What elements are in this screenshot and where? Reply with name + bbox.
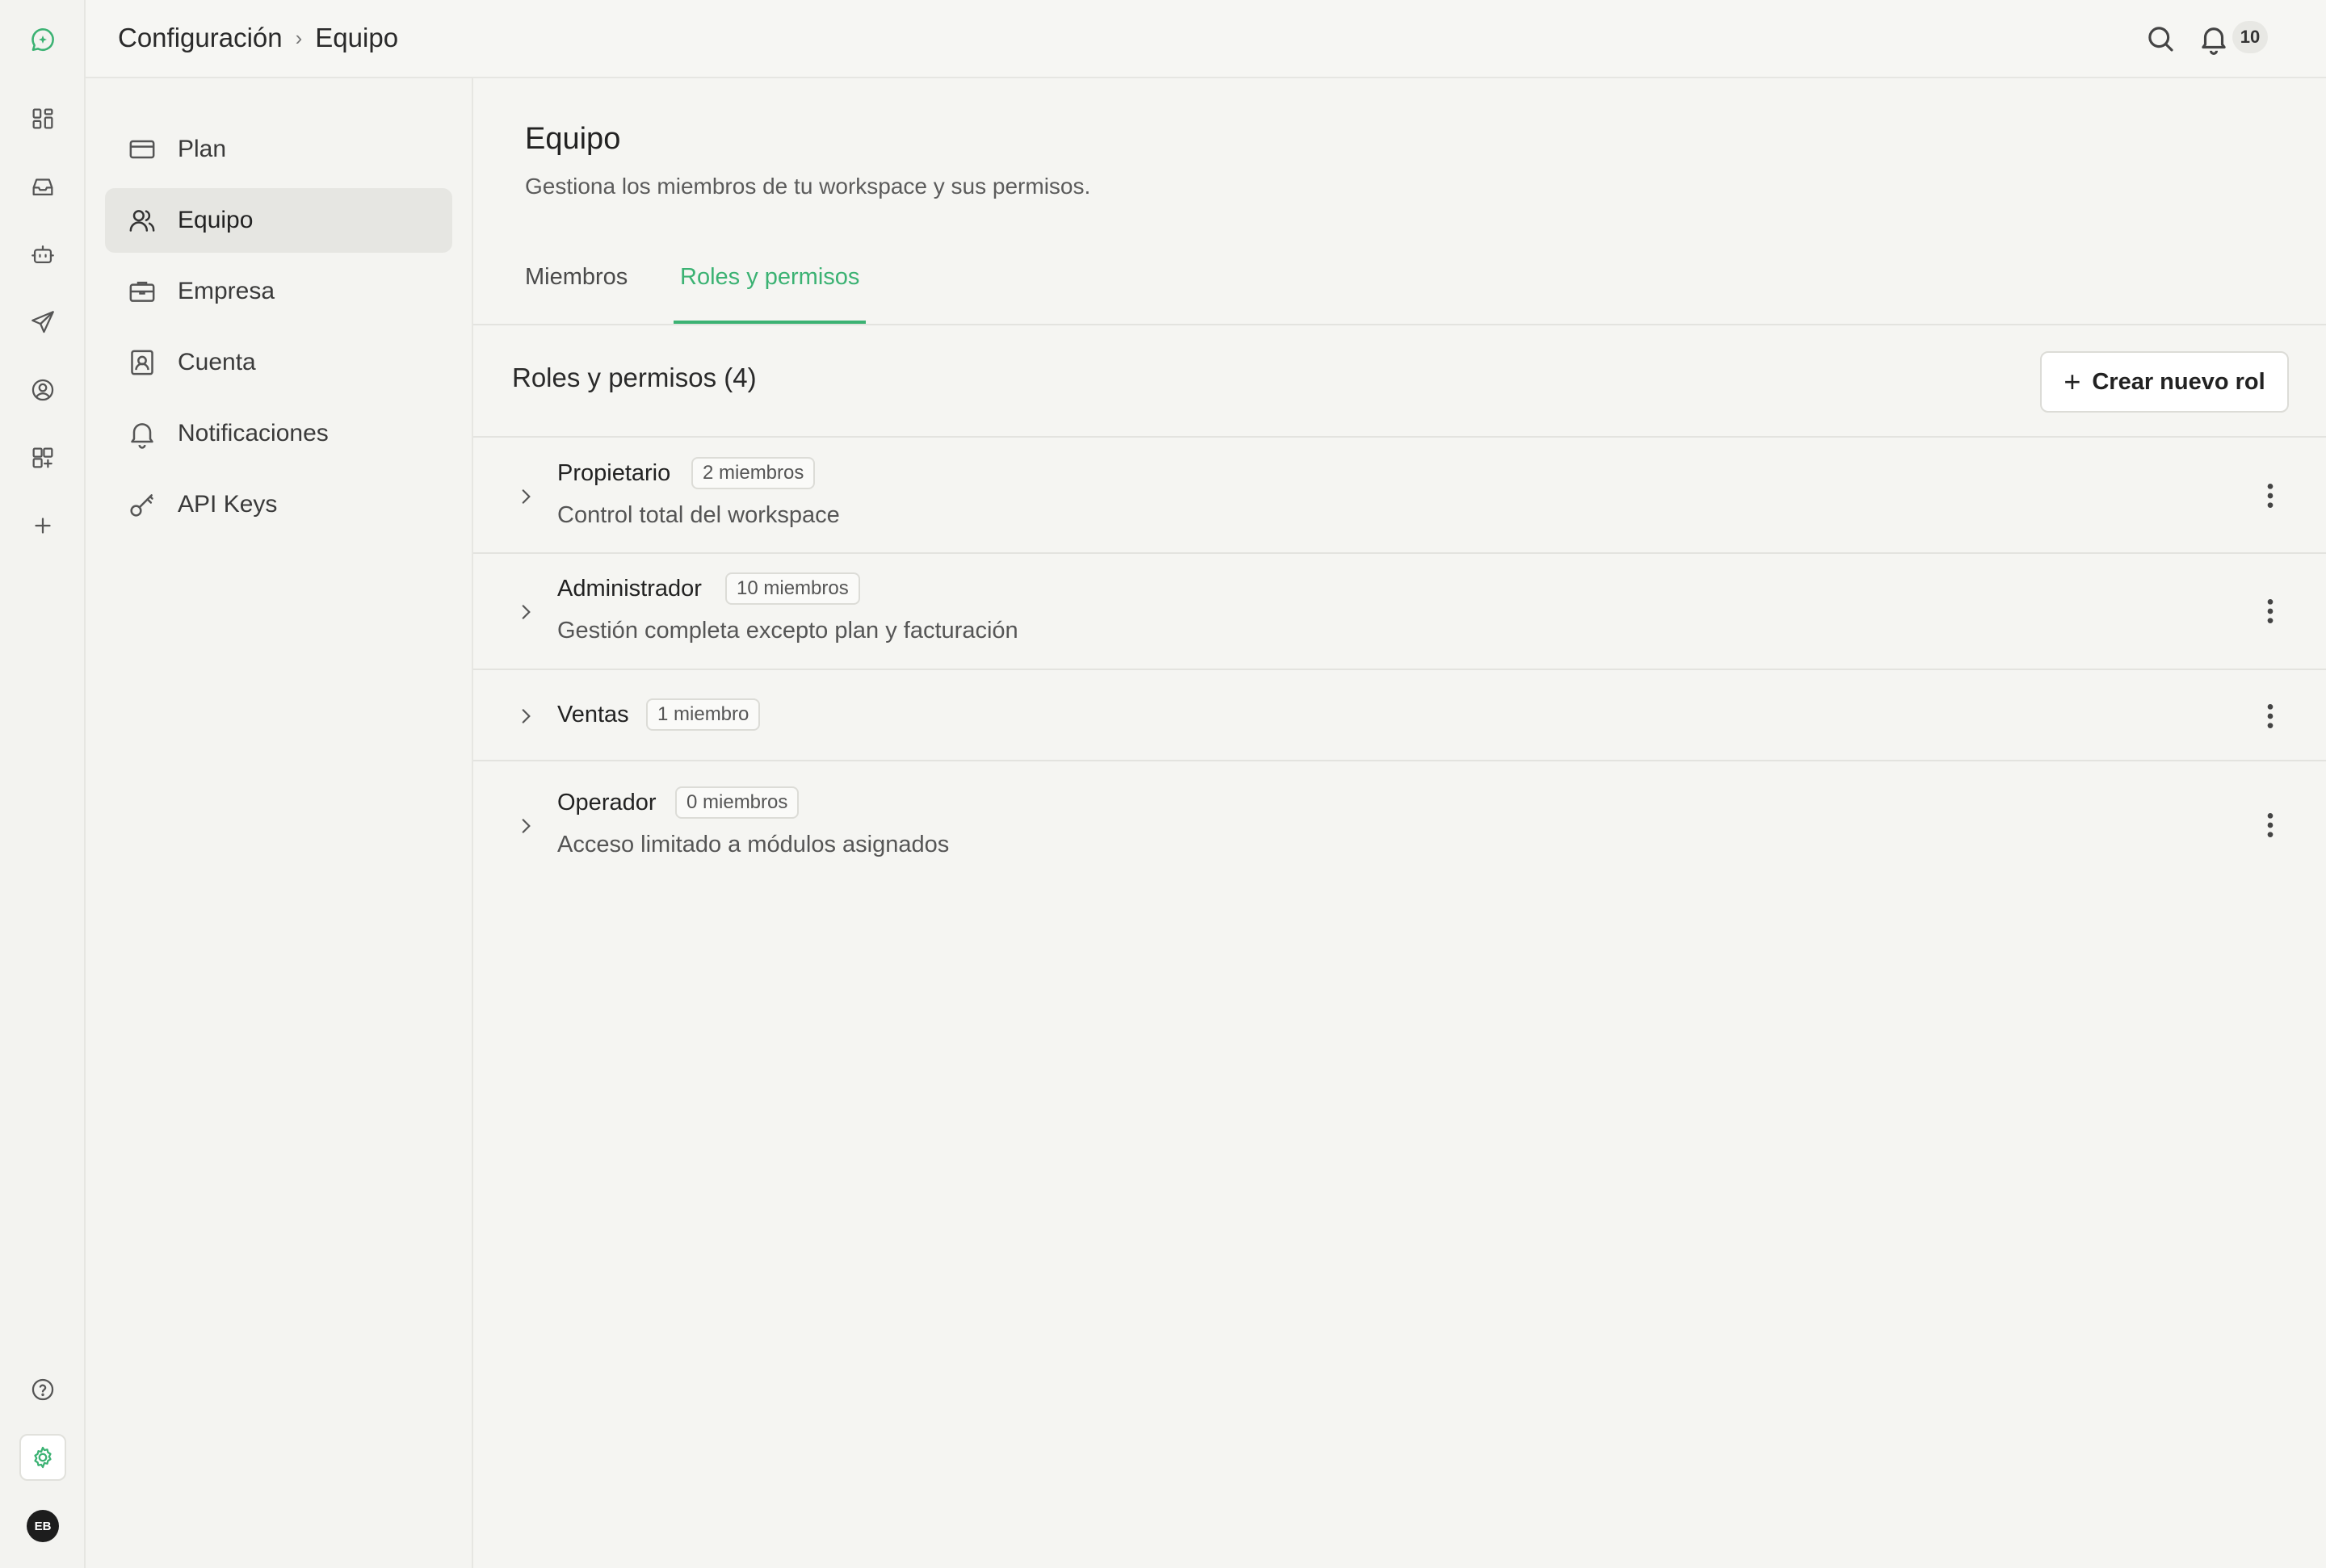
create-role-button[interactable]: + Crear nuevo rol [2040, 351, 2289, 413]
sidebar-item-team[interactable]: Equipo [105, 188, 452, 253]
briefcase-icon [129, 281, 155, 302]
role-name: Administrador [557, 576, 702, 602]
role-description: Acceso limitado a módulos asignados [557, 832, 950, 857]
sidebar-item-label: Equipo [178, 207, 254, 233]
member-count-badge: 0 miembros [675, 786, 800, 819]
member-count-badge: 10 miembros [725, 572, 860, 605]
integrations-icon[interactable] [19, 434, 66, 481]
users-icon [129, 210, 155, 232]
dashboard-icon[interactable] [19, 95, 66, 142]
app-rail: EB [0, 0, 86, 1568]
help-icon[interactable] [19, 1366, 66, 1413]
sidebar-item-label: Cuenta [178, 349, 256, 375]
contacts-icon[interactable] [19, 367, 66, 413]
more-vertical-icon[interactable] [2254, 480, 2286, 512]
credit-card-icon [129, 140, 155, 159]
chevron-right-icon[interactable] [515, 602, 536, 623]
sidebar-item-notifications[interactable]: Notificaciones [105, 401, 452, 466]
sidebar-item-label: API Keys [178, 491, 278, 518]
notification-count-badge: 10 [2232, 21, 2268, 53]
role-name: Propietario [557, 460, 671, 486]
tab-roles-permissions[interactable]: Roles y permisos [674, 264, 867, 324]
logo-chat-icon[interactable] [19, 16, 66, 63]
role-name: Ventas [557, 702, 629, 727]
tab-bar: Miembros Roles y permisos [473, 256, 2326, 325]
chevron-right-icon[interactable] [515, 815, 536, 836]
chevron-right-icon[interactable] [515, 706, 536, 727]
member-count-badge: 2 miembros [691, 457, 816, 489]
bell-icon[interactable] [2197, 22, 2231, 56]
role-description: Gestión completa excepto plan y facturac… [557, 618, 1018, 644]
tab-members[interactable]: Miembros [519, 264, 634, 324]
more-vertical-icon[interactable] [2254, 700, 2286, 732]
more-vertical-icon[interactable] [2254, 809, 2286, 841]
member-count-badge: 1 miembro [646, 698, 761, 731]
plus-icon: + [2064, 365, 2081, 398]
sidebar-item-api-keys[interactable]: API Keys [105, 472, 452, 537]
sidebar-item-account[interactable]: Cuenta [105, 330, 452, 395]
sidebar-item-company[interactable]: Empresa [105, 259, 452, 324]
more-vertical-icon[interactable] [2254, 595, 2286, 627]
breadcrumb-team: Equipo [315, 23, 399, 52]
sidebar-item-plan[interactable]: Plan [105, 117, 452, 182]
inbox-icon[interactable] [19, 163, 66, 210]
roles-list-title: Roles y permisos (4) [512, 363, 757, 392]
add-icon[interactable] [19, 502, 66, 549]
role-row-owner[interactable]: Propietario 2 miembros Control total del… [473, 439, 2326, 554]
role-row-admin[interactable]: Administrador 10 miembros Gestión comple… [473, 555, 2326, 670]
roles-list-header: Roles y permisos (4) + Crear nuevo rol [473, 327, 2326, 438]
breadcrumb: Configuración › Equipo [118, 23, 398, 53]
settings-icon[interactable] [19, 1434, 66, 1481]
sidebar-item-label: Empresa [178, 278, 275, 304]
top-header: Configuración › Equipo 10 [86, 0, 2326, 78]
role-row-operator[interactable]: Operador 0 miembros Acceso limitado a mó… [473, 762, 2326, 877]
role-name: Operador [557, 790, 657, 815]
contact-card-icon [131, 350, 153, 375]
sidebar-item-label: Notificaciones [178, 420, 329, 447]
chevron-right-icon: › [295, 25, 303, 50]
send-icon[interactable] [19, 299, 66, 346]
chevron-right-icon[interactable] [515, 486, 536, 507]
bot-icon[interactable] [19, 231, 66, 278]
role-description: Control total del workspace [557, 502, 840, 528]
search-icon[interactable] [2143, 22, 2177, 56]
main-content: Equipo Gestiona los miembros de tu works… [473, 78, 2326, 1568]
user-avatar[interactable]: EB [27, 1510, 59, 1542]
role-row-sales[interactable]: Ventas 1 miembro [473, 671, 2326, 761]
bell-icon [131, 423, 153, 449]
settings-sidebar: Plan Equipo Empresa Cuenta Notificacione… [86, 78, 473, 1568]
page-subtitle: Gestiona los miembros de tu workspace y … [525, 174, 1091, 199]
key-icon [130, 494, 153, 517]
sidebar-item-label: Plan [178, 136, 227, 162]
page-title: Equipo [525, 122, 621, 156]
breadcrumb-settings[interactable]: Configuración [118, 23, 283, 53]
create-role-label: Crear nuevo rol [2092, 368, 2265, 395]
